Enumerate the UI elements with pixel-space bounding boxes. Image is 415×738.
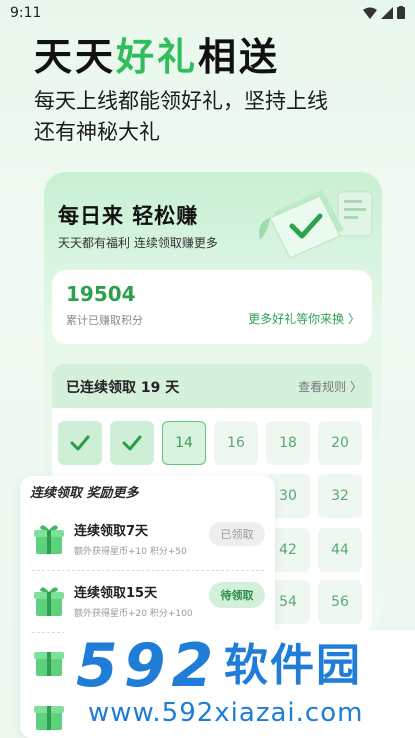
hero-title-part-b: 相送: [198, 35, 281, 79]
reward-item: 连续领取7天 额外获得星币+10 积分+50 已领取: [20, 514, 275, 574]
streak-header: 已连续领取 19 天 查看规则 〉: [52, 364, 372, 408]
gift-icon: [34, 587, 64, 616]
points-summary: 19504 累计已赚取积分 更多好礼等你来换 〉: [52, 270, 372, 344]
status-bar: 9:11: [0, 0, 415, 28]
day-cell-checked: [58, 421, 102, 465]
hero-title-highlight: 好礼: [116, 35, 199, 79]
status-icons: [363, 6, 405, 19]
watermark-logo-text: 软件园: [224, 640, 362, 691]
gift-icon: [34, 525, 64, 554]
points-label: 累计已赚取积分: [66, 314, 143, 327]
wifi-icon: [363, 7, 377, 19]
watermark-logo-number: 592: [76, 631, 220, 701]
more-rewards-link[interactable]: 更多好礼等你来换 〉: [248, 310, 360, 327]
claim-button[interactable]: 待领取: [209, 582, 265, 608]
reward-name: 连续领取15天: [74, 586, 158, 601]
card-subtitle: 天天都有福利 连续领取赚更多: [58, 236, 218, 250]
points-value: 19504: [66, 282, 136, 306]
day-cell: 32: [318, 474, 362, 518]
day-cell: 44: [318, 528, 362, 572]
view-rules-link[interactable]: 查看规则 〉: [298, 378, 362, 395]
hero-title: 天天好礼相送: [34, 26, 280, 81]
watermark-overlay: 592 软件园 www.592xiazai.com: [64, 630, 415, 738]
hero-subtitle: 每天上线都能领好礼，坚持上线 还有神秘大礼: [34, 86, 394, 148]
day-cell: 18: [266, 421, 310, 465]
reward-detail: 额外获得星币+10 积分+50: [74, 547, 187, 557]
gift-icon: [34, 706, 64, 730]
check-icon: [70, 435, 90, 451]
watermark-url: www.592xiazai.com: [88, 698, 364, 728]
day-cell: 16: [214, 421, 258, 465]
hero-subtitle-line2: 还有神秘大礼: [34, 120, 160, 144]
card-title: 每日来 轻松赚: [58, 204, 199, 228]
calendar-check-illustration: [259, 190, 373, 259]
rewards-title: 连续领取 奖励更多: [30, 486, 139, 501]
status-time: 9:11: [10, 5, 42, 21]
day-cell-checked: [110, 421, 154, 465]
streak-label: 已连续领取 19 天: [66, 380, 180, 396]
battery-icon: [397, 6, 405, 19]
reward-detail: 额外获得星币+20 积分+100: [74, 609, 193, 619]
day-cell-today[interactable]: 14: [162, 421, 206, 465]
day-cell: 20: [318, 421, 362, 465]
reward-name: 连续领取7天: [74, 524, 149, 539]
check-icon: [122, 435, 142, 451]
day-cell: 56: [318, 580, 362, 624]
claimed-button[interactable]: 已领取: [209, 522, 265, 546]
hero-title-part-a: 天天: [34, 35, 117, 79]
hero-subtitle-line1: 每天上线都能领好礼，坚持上线: [34, 89, 328, 113]
divider: [32, 570, 264, 571]
reward-item: 连续领取15天 额外获得星币+20 积分+100 待领取: [20, 576, 275, 636]
signal-icon: [381, 6, 393, 19]
gift-icon: [34, 652, 64, 676]
